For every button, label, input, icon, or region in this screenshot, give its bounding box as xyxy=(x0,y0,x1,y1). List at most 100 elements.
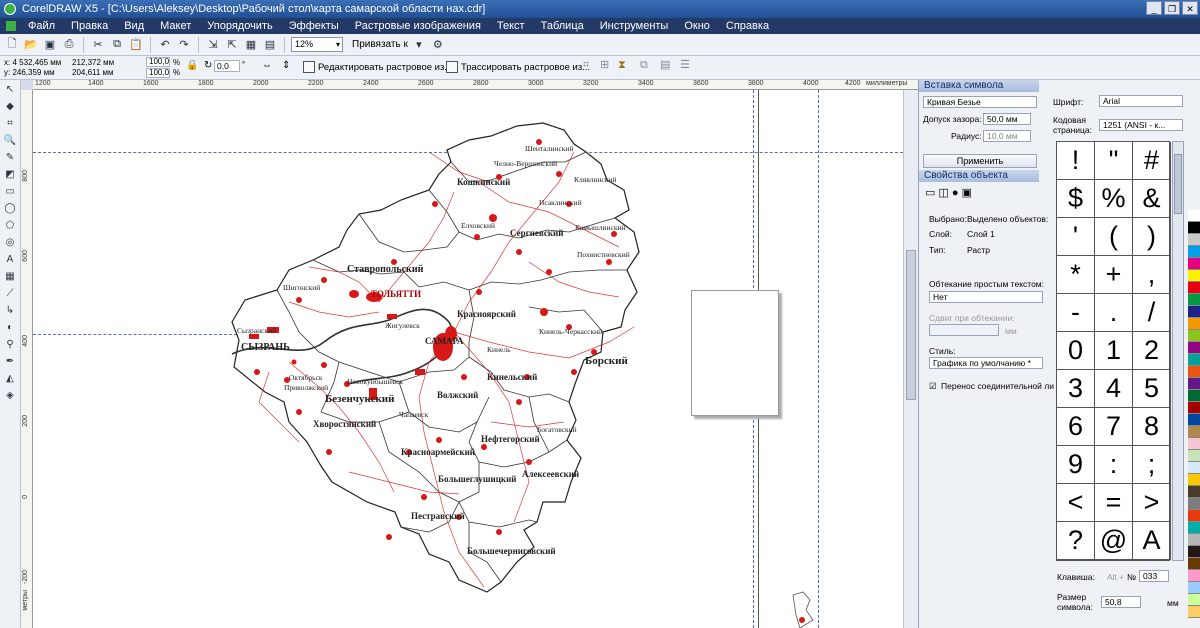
bitmap-color-mask-icon[interactable]: ⧗ xyxy=(618,60,626,71)
chevron-down-icon[interactable]: ▾ xyxy=(411,37,427,53)
vertical-ruler[interactable]: 800 600 400 200 0 -200 метры xyxy=(21,90,33,628)
color-swatch[interactable] xyxy=(1188,318,1200,330)
glyph-cell[interactable]: ; xyxy=(1133,446,1171,484)
resample-icon[interactable]: ⊞ xyxy=(600,60,609,71)
color-swatch[interactable] xyxy=(1188,270,1200,282)
glyph-cell[interactable]: " xyxy=(1095,142,1133,180)
scale-x-field[interactable]: 100,0 xyxy=(146,57,170,67)
menu-help[interactable]: Справка xyxy=(718,20,777,32)
color-swatch[interactable] xyxy=(1188,534,1200,546)
color-swatch[interactable] xyxy=(1188,378,1200,390)
drawing-canvas[interactable]: Шенталинский Клявлинский Челно-Вершински… xyxy=(33,90,903,628)
glyph-cell[interactable]: * xyxy=(1057,256,1095,294)
color-swatch[interactable] xyxy=(1188,342,1200,354)
glyph-cell[interactable]: # xyxy=(1133,142,1171,180)
scrollbar-thumb[interactable] xyxy=(1174,154,1182,214)
menu-arrange[interactable]: Упорядочить xyxy=(199,20,280,32)
scrollbar-thumb[interactable] xyxy=(906,250,916,400)
edit-bitmap-button[interactable]: Редактировать растровое из... xyxy=(303,61,452,73)
close-button[interactable]: ✕ xyxy=(1182,1,1198,15)
color-swatch[interactable] xyxy=(1188,426,1200,438)
color-swatch[interactable] xyxy=(1188,558,1200,570)
freehand-tool-icon[interactable]: ✎ xyxy=(4,152,17,164)
color-swatch[interactable] xyxy=(1188,234,1200,246)
smart-fill-icon[interactable]: ◩ xyxy=(4,169,17,181)
color-swatch[interactable] xyxy=(1188,210,1200,222)
canvas-vertical-scrollbar[interactable] xyxy=(903,90,918,628)
horizontal-ruler[interactable]: 1200 1400 1600 1800 2000 2200 2400 2600 … xyxy=(33,80,918,90)
position-y-readout[interactable]: y: 246,359 мм xyxy=(4,68,55,78)
glyph-cell[interactable]: 6 xyxy=(1057,408,1095,446)
color-swatch[interactable] xyxy=(1188,354,1200,366)
properties-tabs[interactable]: ▭ ◫ ● ▣ xyxy=(925,188,972,199)
text-tool-icon[interactable]: A xyxy=(4,254,17,266)
glyph-cell[interactable]: 4 xyxy=(1095,370,1133,408)
open-icon[interactable]: 📂 xyxy=(23,37,39,53)
welcome-screen-icon[interactable]: ▤ xyxy=(262,37,278,53)
glyph-cell[interactable]: 3 xyxy=(1057,370,1095,408)
glyph-cell[interactable]: A xyxy=(1133,522,1171,560)
color-swatch[interactable] xyxy=(1188,282,1200,294)
menu-text[interactable]: Текст xyxy=(489,20,533,32)
menu-layout[interactable]: Макет xyxy=(152,20,199,32)
menu-edit[interactable]: Правка xyxy=(63,20,116,32)
undo-icon[interactable]: ↶ xyxy=(157,37,173,53)
glyph-cell[interactable]: : xyxy=(1095,446,1133,484)
glyph-cell[interactable]: 1 xyxy=(1095,332,1133,370)
glyph-cell[interactable]: & xyxy=(1133,180,1171,218)
glyph-cell[interactable]: = xyxy=(1095,484,1133,522)
interactive-fill-icon[interactable]: ◈ xyxy=(4,390,17,402)
document-icon[interactable] xyxy=(6,21,16,31)
color-swatch[interactable] xyxy=(1188,582,1200,594)
symbol-size-field[interactable]: 50,8 xyxy=(1101,596,1141,608)
glyph-cell[interactable]: % xyxy=(1095,180,1133,218)
glyph-cell[interactable]: $ xyxy=(1057,180,1095,218)
eyedropper-icon[interactable]: ⚲ xyxy=(4,339,17,351)
samara-region-map[interactable]: Шенталинский Клявлинский Челно-Вершински… xyxy=(229,122,649,622)
lock-ratio-icon[interactable]: 🔒 xyxy=(186,61,198,71)
rotate-icon[interactable]: ↻ xyxy=(204,61,212,71)
insert-symbol-header[interactable]: Вставка символа xyxy=(919,80,1039,92)
connector-checkbox[interactable]: ☑ xyxy=(929,381,937,391)
color-swatch[interactable] xyxy=(1188,366,1200,378)
color-swatch[interactable] xyxy=(1188,414,1200,426)
glyph-cell[interactable]: ) xyxy=(1133,218,1171,256)
apply-button[interactable]: Применить xyxy=(923,154,1037,168)
ellipse-tool-icon[interactable]: ◯ xyxy=(4,203,17,215)
polygon-tool-icon[interactable]: ⬠ xyxy=(4,220,17,232)
pick-tool-icon[interactable]: ↖ xyxy=(4,84,17,96)
wrap-text-icon[interactable]: ☰ xyxy=(680,60,690,71)
rectangle-tool-icon[interactable]: ▭ xyxy=(4,186,17,198)
color-swatch[interactable] xyxy=(1188,606,1200,618)
offset-field[interactable] xyxy=(929,324,999,336)
color-swatch[interactable] xyxy=(1188,546,1200,558)
cut-icon[interactable]: ✂ xyxy=(90,37,106,53)
glyph-cell[interactable]: + xyxy=(1095,256,1133,294)
redo-icon[interactable]: ↷ xyxy=(176,37,192,53)
position-x-readout[interactable]: x: 4 532,465 мм xyxy=(4,58,61,68)
minimize-button[interactable]: _ xyxy=(1146,1,1162,15)
color-swatch[interactable] xyxy=(1188,402,1200,414)
outline-pen-icon[interactable]: ✒ xyxy=(4,356,17,368)
link-bitmap-icon[interactable]: ⧉ xyxy=(640,60,648,71)
snap-to-dropdown[interactable]: Привязать к xyxy=(352,39,408,50)
export-icon[interactable]: ⇱ xyxy=(224,37,240,53)
color-swatch[interactable] xyxy=(1188,450,1200,462)
copy-icon[interactable]: ⧉ xyxy=(109,37,125,53)
font-select[interactable]: Arial xyxy=(1099,95,1183,107)
color-swatch[interactable] xyxy=(1188,474,1200,486)
color-swatch[interactable] xyxy=(1188,498,1200,510)
radius-field[interactable]: 10,0 мм xyxy=(983,130,1031,142)
tolerance-field[interactable]: 50,0 мм xyxy=(983,113,1031,125)
glyph-cell[interactable]: 0 xyxy=(1057,332,1095,370)
crop-tool-icon[interactable]: ⌗ xyxy=(4,118,17,130)
zoom-level-select[interactable]: 12% xyxy=(291,37,343,52)
paste-icon[interactable]: 📋 xyxy=(128,37,144,53)
menu-window[interactable]: Окно xyxy=(676,20,718,32)
color-swatch[interactable] xyxy=(1188,594,1200,606)
fill-tool-icon[interactable]: ◭ xyxy=(4,373,17,385)
trace-bitmap-button[interactable]: Трассировать растровое из... xyxy=(446,61,590,73)
rotation-angle-field[interactable]: 0,0 xyxy=(214,60,240,72)
color-swatch[interactable] xyxy=(1188,306,1200,318)
mirror-vertical-icon[interactable]: ⇕ xyxy=(282,61,290,71)
